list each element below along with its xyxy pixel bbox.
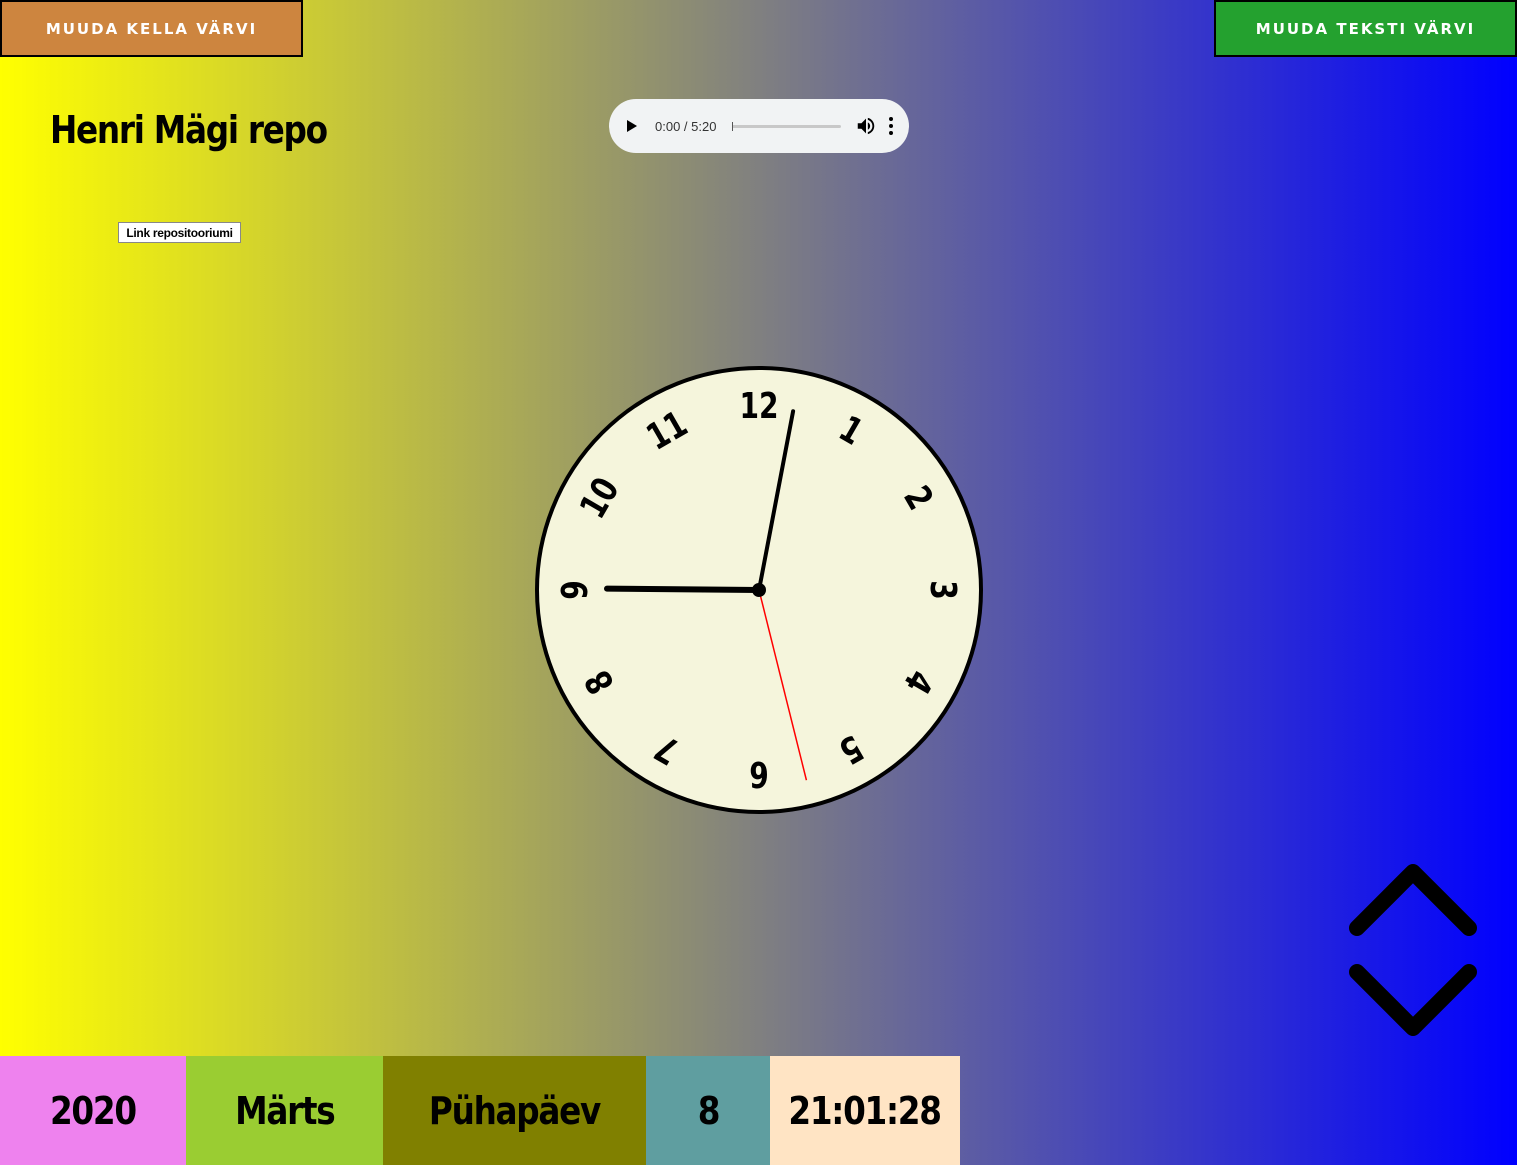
chevron-down-icon[interactable] bbox=[1349, 964, 1477, 1036]
repo-link-button[interactable]: Link repositooriumi bbox=[118, 222, 241, 243]
more-vert-icon[interactable] bbox=[889, 117, 893, 135]
play-icon[interactable] bbox=[627, 120, 637, 132]
date-month: Märts bbox=[186, 1056, 383, 1165]
page-title: Henri Mägi repo bbox=[50, 108, 328, 152]
clock-number: 12 bbox=[739, 385, 778, 427]
analog-clock: 121234567891011 bbox=[535, 366, 983, 814]
date-year: 2020 bbox=[0, 1056, 186, 1165]
chevron-up-icon[interactable] bbox=[1349, 864, 1477, 936]
audio-seek-bar[interactable] bbox=[732, 121, 841, 131]
clock-number: 3 bbox=[922, 580, 964, 600]
date-day-text: 8 bbox=[697, 1088, 720, 1133]
audio-time: 0:00 / 5:20 bbox=[655, 118, 717, 134]
date-time: 21:01:28 bbox=[770, 1056, 960, 1165]
change-clock-color-button[interactable]: MUUDA KELLA VÄRVI bbox=[0, 0, 303, 57]
scroll-arrows[interactable] bbox=[1345, 860, 1481, 1042]
date-weekday-text: Pühapäev bbox=[428, 1088, 601, 1133]
audio-player[interactable]: 0:00 / 5:20 bbox=[609, 99, 909, 153]
date-time-text: 21:01:28 bbox=[788, 1088, 943, 1133]
clock-number: 6 bbox=[749, 753, 769, 795]
date-year-text: 2020 bbox=[50, 1088, 137, 1133]
date-month-text: Märts bbox=[234, 1088, 336, 1133]
hour-hand bbox=[604, 585, 762, 593]
volume-icon[interactable] bbox=[855, 115, 877, 137]
change-text-color-button[interactable]: MUUDA TEKSTI VÄRVI bbox=[1214, 0, 1517, 57]
date-day: 8 bbox=[646, 1056, 770, 1165]
clock-number: 9 bbox=[554, 580, 596, 600]
date-weekday: Pühapäev bbox=[383, 1056, 646, 1165]
clock-center bbox=[752, 583, 766, 597]
